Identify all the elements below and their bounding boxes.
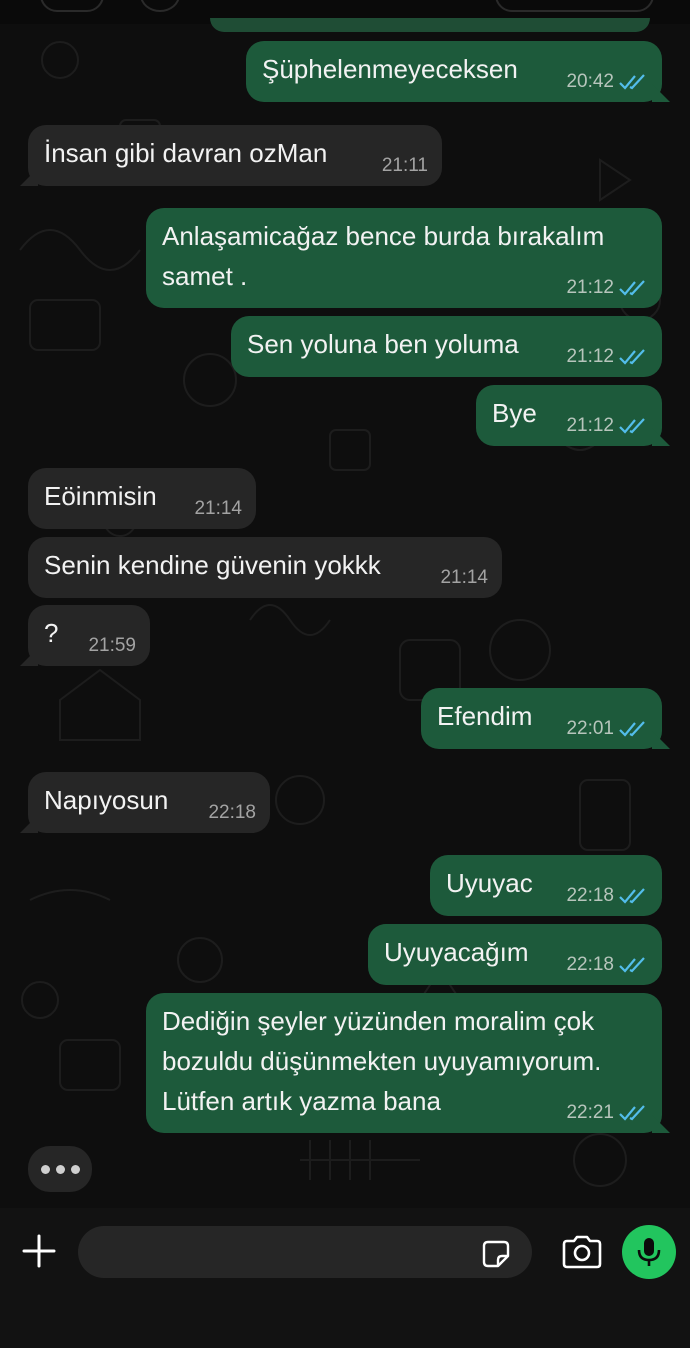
message-time: 20:42 [566,71,614,92]
message-incoming[interactable]: Senin kendine güvenin yokkk 21:14 [28,537,502,598]
message-incoming[interactable]: Napıyosun 22:18 [28,772,270,833]
plus-icon [22,1234,56,1268]
message-incoming[interactable]: ? 21:59 [28,605,150,666]
message-outgoing[interactable]: Dediğin şeyler yüzünden moralim çok bozu… [146,993,662,1133]
add-attachment-button[interactable] [18,1226,60,1276]
message-outgoing[interactable]: Uyuyac 22:18 [430,855,662,916]
message-outgoing[interactable]: Bye 21:12 [476,385,662,446]
double-check-icon [619,280,645,296]
double-check-icon [619,957,645,973]
message-outgoing[interactable]: Sen yoluna ben yoluma 21:12 [231,316,662,377]
message-meta: 22:18 [566,953,648,977]
message-text: Senin kendine güvenin yokkk [44,550,381,580]
message-meta: 22:18 [566,884,648,908]
message-incoming[interactable]: Eöinmisin 21:14 [28,468,256,529]
voice-record-button[interactable] [622,1225,676,1279]
message-time: 21:12 [566,415,614,436]
message-meta: 21:12 [566,276,648,300]
message-outgoing[interactable]: Şüphelenmeyeceksen 20:42 [246,41,662,102]
message-meta: 21:11 [382,154,428,178]
message-text: İnsan gibi davran ozMan [44,138,328,168]
double-check-icon [619,721,645,737]
message-meta: 21:14 [440,566,488,590]
message-meta: 20:42 [566,70,648,94]
message-time: 21:14 [440,567,488,588]
message-meta: 22:01 [566,717,648,741]
header-actions-remnant[interactable] [495,0,654,12]
message-meta: 21:12 [566,414,648,438]
message-outgoing[interactable]: Anlaşamicağaz bence burda bırakalım same… [146,208,662,308]
message-time: 22:21 [566,1102,614,1123]
typing-indicator [28,1146,92,1192]
double-check-icon [619,349,645,365]
double-check-icon [619,1105,645,1121]
double-check-icon [619,74,645,90]
message-time: 21:59 [88,635,136,656]
previous-message-edge [210,18,650,32]
double-check-icon [619,888,645,904]
message-outgoing[interactable]: Efendim 22:01 [421,688,662,749]
typing-dot [40,1164,50,1174]
header-remnant [0,0,690,32]
message-input[interactable] [78,1226,532,1278]
message-meta: 21:12 [566,345,648,369]
back-button-remnant[interactable] [40,0,104,12]
message-meta: 22:18 [208,801,256,825]
message-outgoing[interactable]: Uyuyacağım 22:18 [368,924,662,985]
chat-screen: Şüphelenmeyeceksen 20:42 İnsan gibi davr… [0,0,690,1348]
microphone-icon [637,1238,661,1266]
typing-dot [70,1164,80,1174]
message-incoming[interactable]: İnsan gibi davran ozMan 21:11 [28,125,442,186]
message-time: 21:12 [566,277,614,298]
message-time: 22:18 [566,885,614,906]
message-time: 22:18 [208,802,256,823]
camera-icon[interactable] [560,1232,604,1272]
avatar[interactable] [140,0,180,12]
message-meta: 22:21 [566,1101,648,1125]
double-check-icon [619,418,645,434]
message-time: 21:11 [381,155,428,176]
message-time: 22:18 [566,954,614,975]
message-meta: 21:59 [88,634,136,658]
typing-dot [55,1164,65,1174]
message-meta: 21:14 [194,497,242,521]
message-time: 22:01 [566,718,614,739]
message-time: 21:14 [194,498,242,519]
message-time: 21:12 [566,346,614,367]
sticker-icon[interactable] [478,1236,514,1272]
